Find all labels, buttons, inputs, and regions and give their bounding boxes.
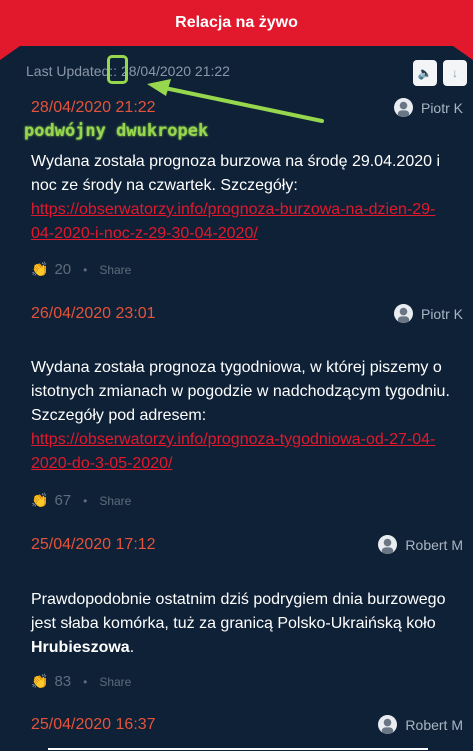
post-timestamp: 25/04/2020 17:12	[31, 536, 156, 553]
annotation-label: podwójny dwukropek	[24, 121, 209, 141]
post-reactions: 👏 83 • Share	[31, 673, 131, 690]
header-notch-right	[453, 46, 473, 60]
clap-icon[interactable]: 👏	[31, 673, 48, 690]
author-name: Piotr K	[420, 305, 463, 322]
clap-count: 83	[54, 673, 72, 690]
arrow-down-icon: ↓	[452, 66, 458, 80]
header-title: Relacja na żywo	[175, 14, 298, 31]
avatar	[378, 715, 398, 734]
author-name: Robert M	[405, 716, 463, 733]
separator-dot: •	[83, 262, 88, 277]
speaker-icon: 🔈	[417, 66, 433, 80]
post-body: Prawdopodobnie ostatnim dziś podrygiem d…	[31, 588, 456, 660]
post-bold-text: Hrubieszowa	[31, 639, 130, 656]
sort-order-button[interactable]: ↓	[443, 60, 467, 86]
author-name: Piotr K	[420, 99, 463, 116]
annotation-highlight-box	[107, 55, 128, 84]
author-name: Robert M	[405, 536, 463, 553]
post-timestamp: 28/04/2020 21:22	[31, 99, 156, 116]
post-timestamp: 26/04/2020 23:01	[31, 305, 156, 322]
post-author: Piotr K	[393, 304, 463, 323]
separator-dot: •	[83, 493, 88, 508]
share-button[interactable]: Share	[99, 675, 131, 689]
post-reactions: 👏 67 • Share	[31, 492, 131, 509]
header-notch-left	[0, 46, 20, 60]
avatar	[393, 98, 413, 117]
clap-icon[interactable]: 👏	[31, 261, 48, 278]
sound-toggle-button[interactable]: 🔈	[413, 60, 437, 86]
avatar	[378, 535, 398, 554]
post-author: Robert M	[378, 715, 463, 734]
avatar	[393, 304, 413, 323]
clap-icon[interactable]: 👏	[31, 492, 48, 509]
post-author: Robert M	[378, 535, 463, 554]
separator-dot: •	[83, 674, 88, 689]
post-text: Wydana została prognoza tygodniowa, w kt…	[31, 359, 450, 424]
live-feed-header: Relacja na żywo	[0, 0, 473, 46]
post-author: Piotr K	[393, 98, 463, 117]
post-text: Wydana została prognoza burzowa na środę…	[31, 153, 441, 194]
post-text-end: .	[129, 639, 135, 656]
clap-count: 20	[54, 261, 72, 278]
post-link[interactable]: https://obserwatorzy.info/prognoza-burzo…	[31, 201, 435, 242]
clap-count: 67	[54, 492, 72, 509]
post-body: Wydana została prognoza tygodniowa, w kt…	[31, 356, 456, 476]
post-reactions: 👏 20 • Share	[31, 261, 131, 278]
share-button[interactable]: Share	[99, 494, 131, 508]
bottom-divider	[48, 748, 428, 750]
post-body: Wydana została prognoza burzowa na środę…	[31, 150, 456, 246]
post-text: Prawdopodobnie ostatnim dziś podrygiem d…	[31, 591, 446, 632]
share-button[interactable]: Share	[99, 263, 131, 277]
post-timestamp: 25/04/2020 16:37	[31, 716, 156, 733]
post-link[interactable]: https://obserwatorzy.info/prognoza-tygod…	[31, 431, 435, 472]
